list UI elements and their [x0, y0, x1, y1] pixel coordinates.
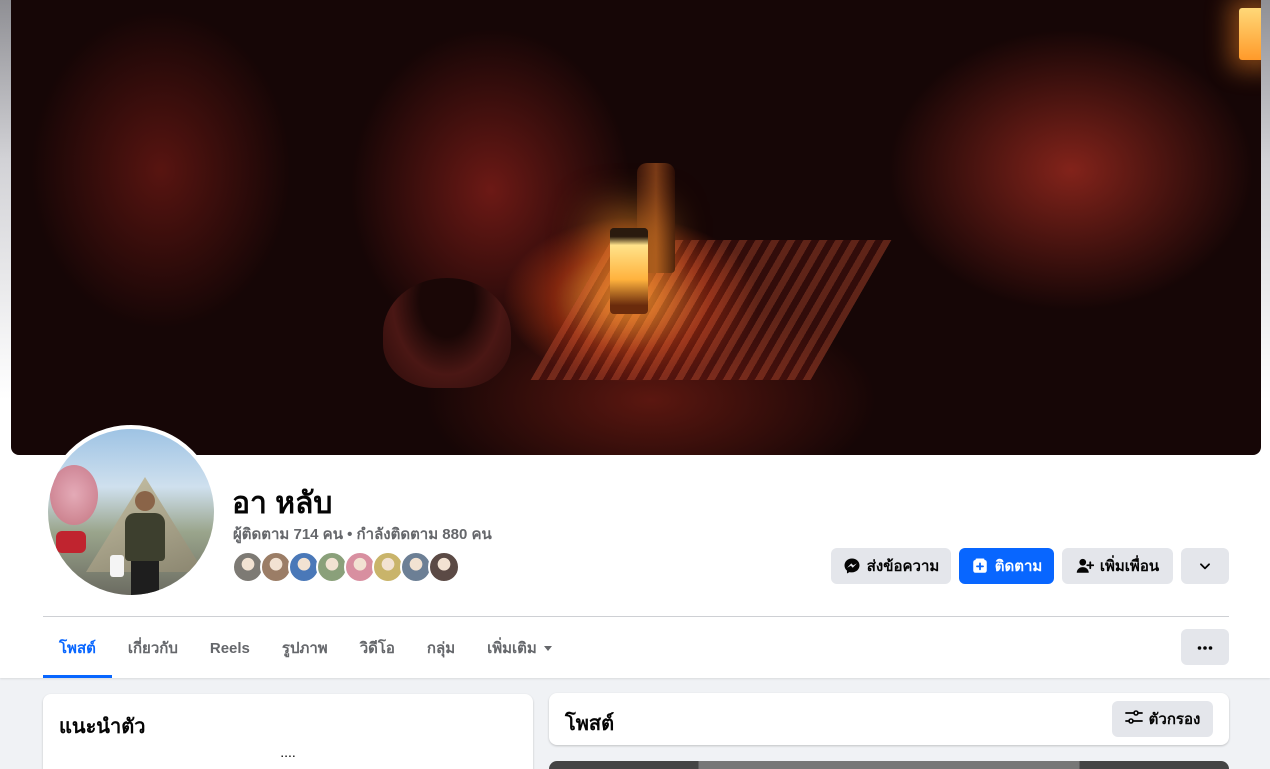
chevron-down-icon	[1196, 557, 1214, 575]
tab-label: รูปภาพ	[281, 640, 328, 657]
friend-avatar[interactable]	[428, 551, 460, 583]
cover-pot	[383, 278, 511, 388]
intro-title: แนะนำตัว	[59, 716, 146, 738]
tab-label: Reels	[209, 639, 250, 657]
post-media-preview[interactable]	[549, 761, 1229, 769]
follow-button-label: ติดตาม	[994, 558, 1043, 575]
caret-down-icon	[543, 640, 553, 657]
follow-icon	[971, 557, 989, 575]
tab-label: กลุ่ม	[426, 640, 456, 657]
tab-label: เพิ่มเติม	[487, 640, 537, 657]
cover-mat	[530, 240, 892, 380]
tab-more[interactable]: เพิ่มเติม	[471, 618, 569, 678]
tab-about[interactable]: เกี่ยวกับ	[112, 618, 194, 678]
cover-photo[interactable]	[11, 0, 1261, 455]
avatar-red-item	[56, 531, 86, 553]
more-actions-button[interactable]	[1181, 548, 1229, 584]
messenger-icon	[843, 557, 861, 575]
filter-button[interactable]: ตัวกรอง	[1112, 701, 1213, 737]
avatar-person	[122, 491, 168, 595]
profile-actions: ส่งข้อความ ติดตาม เพิ่มเพื่อน	[831, 548, 1229, 584]
intro-text: ....	[280, 744, 296, 760]
cover-lantern	[610, 228, 648, 314]
posts-card: โพสต์ ตัวกรอง	[549, 693, 1229, 745]
tab-posts[interactable]: โพสต์	[43, 618, 112, 678]
tabs-overflow-button[interactable]	[1181, 629, 1229, 665]
avatar-tree	[50, 465, 98, 525]
tab-groups[interactable]: กลุ่ม	[411, 618, 471, 678]
profile-tabs: โพสต์ เกี่ยวกับ Reels รูปภาพ วิดีโอ กลุ่…	[43, 618, 569, 678]
tab-reels[interactable]: Reels	[194, 618, 266, 678]
filter-button-label: ตัวกรอง	[1148, 711, 1201, 728]
cover-lantern-small	[1239, 8, 1261, 60]
add-friend-button-label: เพิ่มเพื่อน	[1099, 558, 1160, 575]
friends-preview[interactable]	[232, 551, 460, 583]
posts-title: โพสต์	[565, 713, 615, 735]
tab-label: วิดีโอ	[359, 640, 395, 657]
add-friend-icon	[1076, 557, 1094, 575]
profile-header: อา หลับ ผู้ติดตาม 714 คน • กำลังติดตาม 8…	[0, 0, 1270, 678]
tab-photos[interactable]: รูปภาพ	[266, 618, 344, 678]
follow-button[interactable]: ติดตาม	[959, 548, 1054, 584]
message-button[interactable]: ส่งข้อความ	[831, 548, 951, 584]
add-friend-button[interactable]: เพิ่มเพื่อน	[1062, 548, 1173, 584]
tab-label: โพสต์	[59, 640, 96, 657]
follow-stats[interactable]: ผู้ติดตาม 714 คน • กำลังติดตาม 880 คน	[233, 522, 492, 546]
header-divider	[43, 616, 1229, 617]
filter-icon	[1124, 709, 1143, 729]
avatar-bag	[110, 555, 124, 577]
profile-picture-image	[48, 429, 214, 595]
message-button-label: ส่งข้อความ	[866, 558, 940, 575]
more-dots-icon	[1197, 638, 1213, 656]
tab-label: เกี่ยวกับ	[127, 640, 178, 657]
intro-card: แนะนำตัว ....	[43, 694, 533, 769]
profile-name: อา หลับ	[232, 487, 333, 520]
tab-videos[interactable]: วิดีโอ	[344, 618, 411, 678]
profile-picture[interactable]	[44, 425, 218, 599]
